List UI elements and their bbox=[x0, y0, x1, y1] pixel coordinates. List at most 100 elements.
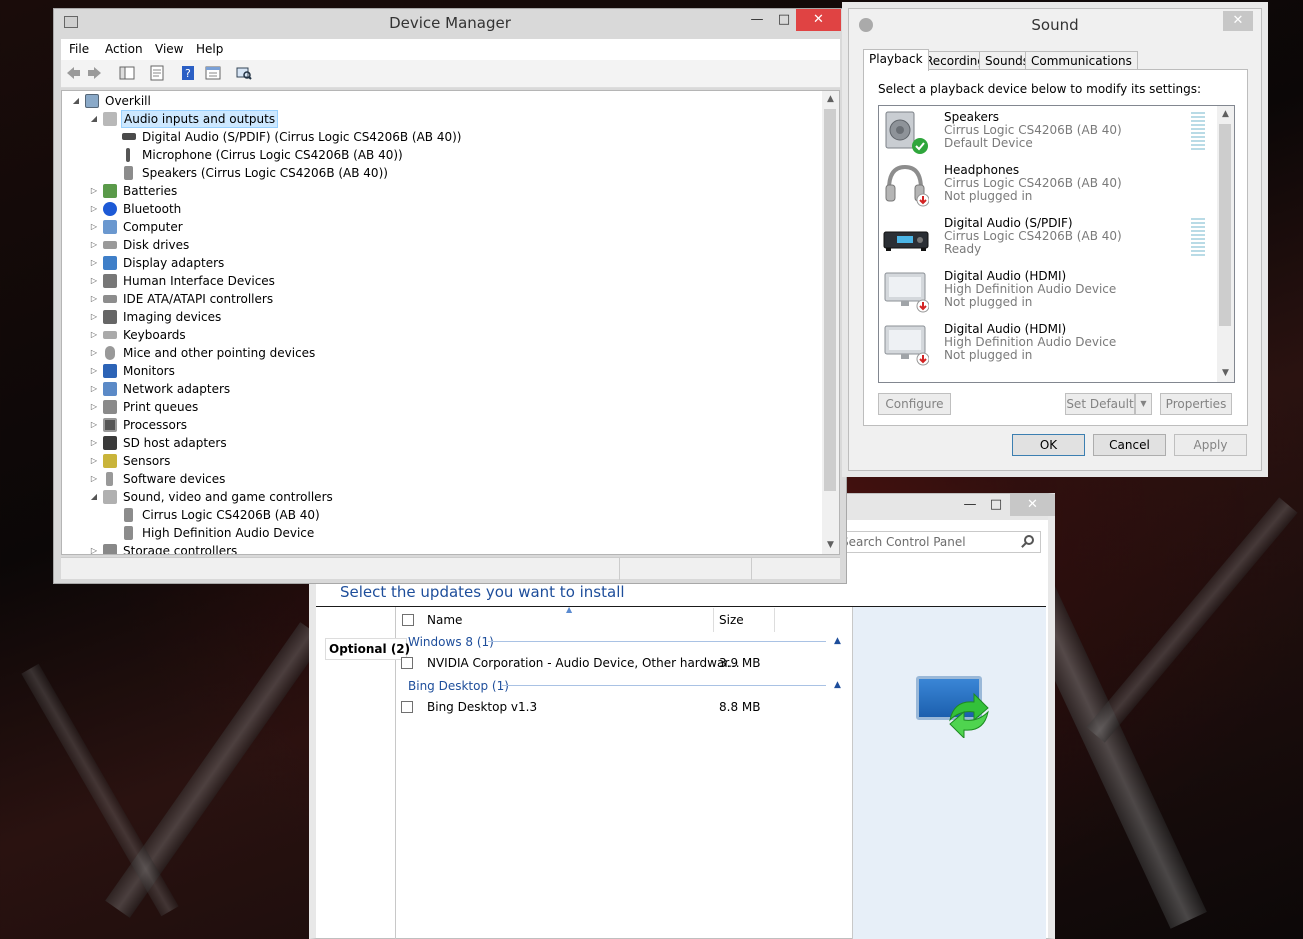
ok-button[interactable]: OK bbox=[1012, 434, 1085, 456]
show-hide-tree-icon[interactable] bbox=[119, 65, 135, 81]
expand-icon[interactable]: ▷ bbox=[89, 452, 99, 470]
tree-node-category[interactable]: ▷ Processors bbox=[62, 416, 822, 434]
help-icon[interactable]: ? bbox=[180, 65, 196, 81]
tree-node-category[interactable]: ▷ Display adapters bbox=[62, 254, 822, 272]
column-header-name[interactable]: Name bbox=[427, 608, 462, 632]
scroll-thumb[interactable] bbox=[1219, 124, 1231, 326]
scroll-down-icon[interactable]: ▼ bbox=[1217, 365, 1234, 382]
forward-icon[interactable] bbox=[87, 65, 103, 81]
tree-node-category[interactable]: ▷ Sensors bbox=[62, 452, 822, 470]
tree-node-category[interactable]: ▷ Mice and other pointing devices bbox=[62, 344, 822, 362]
scan-hardware-icon[interactable] bbox=[236, 65, 252, 81]
tree-node-device[interactable]: High Definition Audio Device bbox=[62, 524, 822, 542]
tree-node-device[interactable]: Digital Audio (S/PDIF) (Cirrus Logic CS4… bbox=[62, 128, 822, 146]
action-pane-icon[interactable] bbox=[205, 65, 221, 81]
tree-node-category[interactable]: ▷ Human Interface Devices bbox=[62, 272, 822, 290]
scroll-down-icon[interactable]: ▼ bbox=[822, 537, 839, 554]
configure-button[interactable]: Configure bbox=[878, 393, 951, 415]
expand-icon[interactable]: ▷ bbox=[89, 290, 99, 308]
search-icon[interactable] bbox=[1024, 535, 1034, 545]
tree-node-category[interactable]: ◢ Sound, video and game controllers bbox=[62, 488, 822, 506]
expand-icon[interactable]: ▷ bbox=[89, 470, 99, 488]
collapse-icon[interactable]: ◢ bbox=[71, 92, 81, 110]
expand-icon[interactable]: ▷ bbox=[89, 416, 99, 434]
close-button[interactable]: ✕ bbox=[796, 9, 841, 31]
tree-node-category[interactable]: ▷ SD host adapters bbox=[62, 434, 822, 452]
tab-communications[interactable]: Communications bbox=[1025, 51, 1138, 70]
back-icon[interactable] bbox=[65, 65, 81, 81]
expand-icon[interactable]: ▷ bbox=[89, 434, 99, 452]
vertical-scrollbar[interactable]: ▲ ▼ bbox=[822, 91, 839, 554]
tree-node-device[interactable]: Speakers (Cirrus Logic CS4206B (AB 40)) bbox=[62, 164, 822, 182]
collapse-icon[interactable]: ◢ bbox=[89, 488, 99, 506]
search-input[interactable]: Search Control Panel bbox=[836, 531, 1041, 553]
maximize-button[interactable]: □ bbox=[770, 9, 798, 31]
properties-button[interactable]: Properties bbox=[1160, 393, 1232, 415]
set-default-button[interactable]: Set Default bbox=[1065, 393, 1135, 415]
update-name[interactable]: NVIDIA Corporation - Audio Device, Other… bbox=[427, 656, 740, 670]
minimize-button[interactable]: — bbox=[743, 9, 771, 31]
tree-node-device[interactable]: Cirrus Logic CS4206B (AB 40) bbox=[62, 506, 822, 524]
maximize-button[interactable]: □ bbox=[982, 494, 1010, 516]
expand-icon[interactable]: ▷ bbox=[89, 236, 99, 254]
expand-icon[interactable]: ▷ bbox=[89, 200, 99, 218]
playback-device-item[interactable]: Digital Audio (S/PDIF) Cirrus Logic CS42… bbox=[879, 212, 1219, 265]
tree-node-audio-inputs[interactable]: ◢ Audio inputs and outputs bbox=[62, 110, 822, 128]
column-header-size[interactable]: Size bbox=[719, 608, 744, 632]
expand-icon[interactable]: ▷ bbox=[89, 380, 99, 398]
properties-icon[interactable] bbox=[149, 65, 165, 81]
expand-icon[interactable]: ▷ bbox=[89, 542, 99, 554]
tree-node-category[interactable]: ▷ Batteries bbox=[62, 182, 822, 200]
tree-node-device[interactable]: Microphone (Cirrus Logic CS4206B (AB 40)… bbox=[62, 146, 822, 164]
playback-device-item[interactable]: Digital Audio (HDMI) High Definition Aud… bbox=[879, 265, 1219, 318]
update-name[interactable]: Bing Desktop v1.3 bbox=[427, 700, 537, 714]
minimize-button[interactable]: — bbox=[956, 494, 984, 516]
expand-icon[interactable]: ▷ bbox=[89, 272, 99, 290]
close-button[interactable]: ✕ bbox=[1010, 494, 1055, 516]
collapse-icon[interactable]: ◢ bbox=[89, 110, 99, 128]
set-default-dropdown[interactable]: ▼ bbox=[1135, 393, 1152, 415]
playback-device-item[interactable]: Speakers Cirrus Logic CS4206B (AB 40) De… bbox=[879, 106, 1219, 159]
tree-node-category[interactable]: ▷ Storage controllers bbox=[62, 542, 822, 554]
menu-file[interactable]: File bbox=[69, 42, 89, 56]
expand-icon[interactable]: ▷ bbox=[89, 218, 99, 236]
tree-node-category[interactable]: ▷ Keyboards bbox=[62, 326, 822, 344]
close-button[interactable]: ✕ bbox=[1223, 11, 1253, 31]
tab-optional[interactable]: Optional (2) bbox=[325, 638, 410, 660]
tree-node-category[interactable]: ▷ Bluetooth bbox=[62, 200, 822, 218]
scroll-up-icon[interactable]: ▲ bbox=[822, 91, 839, 108]
group-header[interactable]: Bing Desktop (1) bbox=[408, 679, 509, 693]
collapse-icon[interactable]: ▲ bbox=[834, 680, 841, 690]
menu-help[interactable]: Help bbox=[196, 42, 223, 56]
expand-icon[interactable]: ▷ bbox=[89, 308, 99, 326]
tree-node-category[interactable]: ▷ Imaging devices bbox=[62, 308, 822, 326]
tree-node-category[interactable]: ▷ IDE ATA/ATAPI controllers bbox=[62, 290, 822, 308]
scroll-up-icon[interactable]: ▲ bbox=[1217, 106, 1234, 123]
expand-icon[interactable]: ▷ bbox=[89, 344, 99, 362]
expand-icon[interactable]: ▷ bbox=[89, 182, 99, 200]
menu-view[interactable]: View bbox=[155, 42, 183, 56]
menu-action[interactable]: Action bbox=[105, 42, 143, 56]
expand-icon[interactable]: ▷ bbox=[89, 398, 99, 416]
tree-node-computer[interactable]: ◢ Overkill bbox=[62, 92, 822, 110]
apply-button[interactable]: Apply bbox=[1174, 434, 1247, 456]
expand-icon[interactable]: ▷ bbox=[89, 362, 99, 380]
playback-device-item[interactable]: Headphones Cirrus Logic CS4206B (AB 40) … bbox=[879, 159, 1219, 212]
vertical-scrollbar[interactable]: ▲ ▼ bbox=[1217, 106, 1234, 382]
expand-icon[interactable]: ▷ bbox=[89, 326, 99, 344]
select-all-checkbox[interactable] bbox=[402, 614, 414, 626]
tab-playback[interactable]: Playback bbox=[863, 49, 929, 71]
tree-node-category[interactable]: ▷ Disk drives bbox=[62, 236, 822, 254]
update-checkbox[interactable] bbox=[401, 657, 413, 669]
tree-node-category[interactable]: ▷ Print queues bbox=[62, 398, 822, 416]
collapse-icon[interactable]: ▲ bbox=[834, 636, 841, 646]
group-header[interactable]: Windows 8 (1) bbox=[408, 635, 494, 649]
expand-icon[interactable]: ▷ bbox=[89, 254, 99, 272]
tree-node-category[interactable]: ▷ Computer bbox=[62, 218, 822, 236]
cancel-button[interactable]: Cancel bbox=[1093, 434, 1166, 456]
update-checkbox[interactable] bbox=[401, 701, 413, 713]
tree-node-category[interactable]: ▷ Monitors bbox=[62, 362, 822, 380]
playback-device-item[interactable]: Digital Audio (HDMI) High Definition Aud… bbox=[879, 318, 1219, 371]
scroll-thumb[interactable] bbox=[824, 109, 836, 491]
tree-node-category[interactable]: ▷ Network adapters bbox=[62, 380, 822, 398]
